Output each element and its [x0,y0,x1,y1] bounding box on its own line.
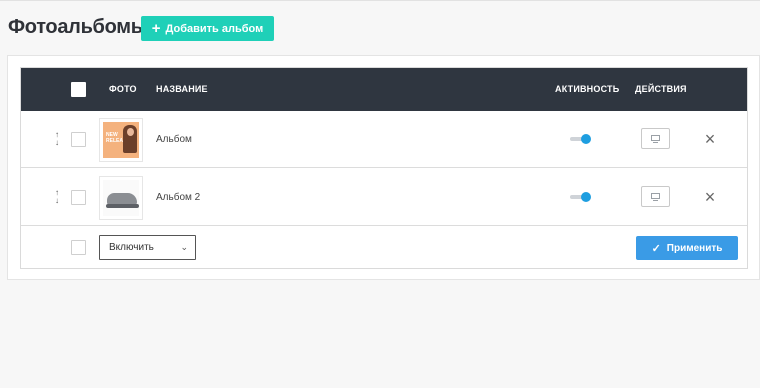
add-album-button[interactable]: + Добавить альбом [141,16,274,41]
column-active: Активность [555,84,620,94]
table-row: ↑ ↓ Альбом 2 × [21,169,747,226]
album-name[interactable]: Альбом [156,111,192,168]
plus-icon: + [151,19,161,37]
display-icon[interactable] [641,186,670,207]
bulk-action-select[interactable]: Включить ⌄ [99,235,196,260]
chevron-down-icon: ⌄ [180,242,188,252]
album-name[interactable]: Альбом 2 [156,169,200,226]
active-toggle[interactable] [570,192,592,202]
albums-card: Фото Название Активность Действия ↑ ↓ NEW… [7,55,760,280]
album-thumbnail[interactable]: NEW RELEASES [99,118,143,162]
select-all-checkbox[interactable] [71,82,86,97]
column-name: Название [156,84,208,94]
apply-label: Применить [666,242,723,254]
column-photo: Фото [109,84,137,94]
page-title: Фотоальбомы [8,16,148,38]
top-divider [0,0,760,1]
check-icon: ✓ [651,242,661,255]
add-album-label: Добавить альбом [165,22,264,35]
close-icon[interactable]: × [701,130,719,148]
display-icon[interactable] [641,128,670,149]
sort-handle-icon[interactable]: ↑ ↓ [53,189,61,207]
column-actions: Действия [635,84,687,94]
table-header: Фото Название Активность Действия [21,68,747,111]
table-row: ↑ ↓ NEW RELEASES Альбом × [21,111,747,168]
bulk-action-value: Включить [109,242,154,253]
albums-table: Фото Название Активность Действия ↑ ↓ NEW… [20,67,748,269]
row-checkbox[interactable] [71,190,86,205]
sort-handle-icon[interactable]: ↑ ↓ [53,131,61,149]
active-toggle[interactable] [570,134,592,144]
table-footer: Включить ⌄ ✓ Применить [21,226,747,268]
footer-select-checkbox[interactable] [71,240,86,255]
album-thumbnail[interactable] [99,176,143,220]
row-checkbox[interactable] [71,132,86,147]
apply-button[interactable]: ✓ Применить [636,236,738,260]
close-icon[interactable]: × [701,188,719,206]
